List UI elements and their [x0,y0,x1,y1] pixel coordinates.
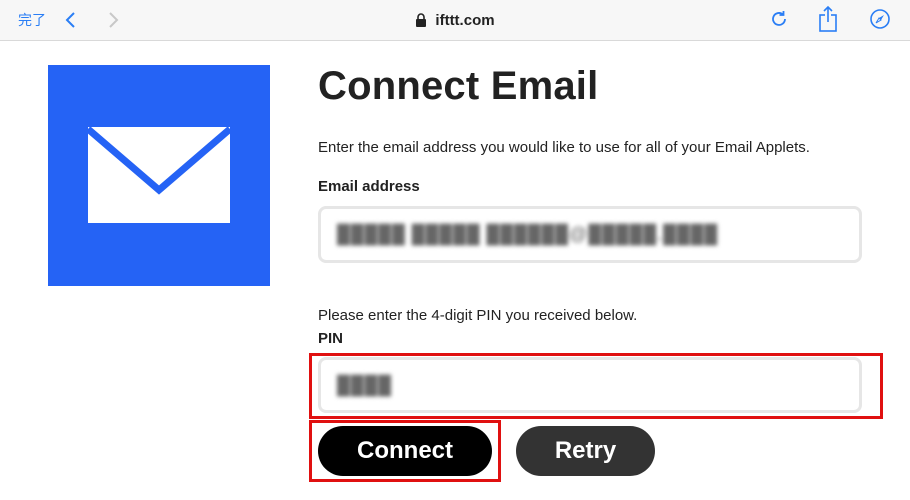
pin-instructions: Please enter the 4-digit PIN you receive… [318,307,638,324]
email-field-value: █████ █████ ██████@█████.████ [337,224,719,244]
pin-highlight-box [309,353,883,419]
retry-button[interactable]: Retry [516,426,655,476]
email-field[interactable]: █████ █████ ██████@█████.████ [318,206,862,263]
page-description: Enter the email address you would like t… [318,139,810,156]
share-icon[interactable] [817,5,839,33]
lock-icon [416,13,427,27]
reload-icon[interactable] [768,8,790,30]
chevron-left-icon[interactable] [64,11,78,29]
done-button[interactable]: 完了 [18,10,46,30]
url-text: ifttt.com [435,11,495,29]
chevron-right-icon[interactable] [106,11,120,29]
email-field-label: Email address [318,178,420,195]
page-title: Connect Email [318,64,599,108]
envelope-icon [88,127,230,223]
browser-toolbar: 完了 ifttt.com [0,0,910,41]
connect-highlight-box [309,420,501,482]
email-service-logo [48,65,270,286]
pin-field-label: PIN [318,330,344,347]
compass-icon[interactable] [869,8,891,30]
